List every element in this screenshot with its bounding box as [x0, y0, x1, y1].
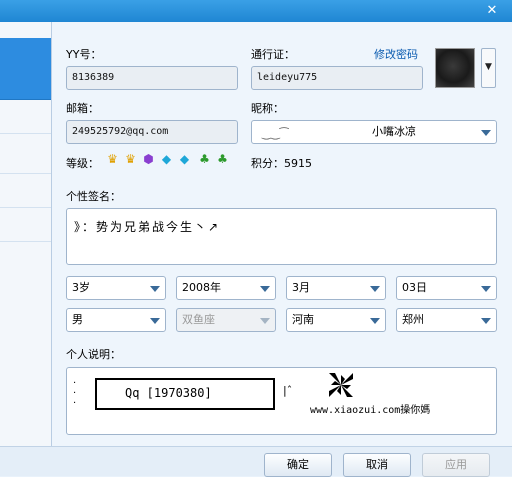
chevron-down-icon: [481, 318, 491, 324]
crown-icon: ♛: [125, 152, 136, 166]
zodiac-value: 双鱼座: [182, 313, 215, 326]
sidebar-item[interactable]: [0, 140, 51, 174]
sidebar-item[interactable]: [0, 100, 51, 134]
email-label: 邮箱：: [66, 102, 99, 115]
yy-label: YY号：: [66, 48, 102, 61]
age-value: 3岁: [72, 281, 90, 294]
profile-panel: YY号： 8136389 通行证： 修改密码 leideyu775 ▼ 邮箱： …: [52, 22, 512, 446]
avatar[interactable]: [435, 48, 475, 88]
avatar-dropdown-button[interactable]: ▼: [481, 48, 496, 88]
age-select[interactable]: 3岁: [66, 276, 166, 300]
signature-label: 个性签名：: [66, 190, 121, 203]
nickname-value: 小嘴冰凉: [372, 125, 416, 138]
gender-select[interactable]: 男: [66, 308, 166, 332]
birth-day-value: 03日: [402, 281, 427, 294]
description-input[interactable]: ... Qq [1970380] |ˆ www.xiaozui.com操你媽: [66, 367, 497, 435]
chevron-down-icon: [150, 318, 160, 324]
chevron-down-icon: [481, 286, 491, 292]
birth-month-select[interactable]: 3月: [286, 276, 386, 300]
gem-purple-icon: ⬢: [143, 152, 154, 166]
passport-label: 通行证：: [251, 48, 295, 61]
chevron-down-icon: [150, 286, 160, 292]
city-select[interactable]: 郑州: [396, 308, 497, 332]
chevron-down-icon: [260, 286, 270, 292]
close-button[interactable]: ✕: [478, 2, 506, 20]
yy-number-field: 8136389: [66, 66, 238, 90]
sidebar-item[interactable]: [0, 208, 51, 242]
title-bar: ✕: [0, 0, 512, 22]
crown-icon: ♛: [107, 152, 118, 166]
level-label: 等级：: [66, 157, 99, 170]
diamond-icon: ◆: [179, 152, 190, 166]
email-field: 249525792@qq.com: [66, 120, 238, 144]
points-label: 积分：5915: [251, 157, 312, 170]
gender-value: 男: [72, 313, 83, 326]
apply-button: 应用: [422, 453, 490, 477]
cancel-button[interactable]: 取消: [343, 453, 411, 477]
province-value: 河南: [292, 313, 314, 326]
nickname-label: 昵称：: [251, 102, 284, 115]
change-password-link[interactable]: 修改密码: [374, 46, 418, 62]
chevron-down-icon: [260, 318, 270, 324]
description-url: www.xiaozui.com操你媽: [310, 405, 431, 416]
chevron-down-icon: ▼: [485, 62, 492, 72]
description-dots: ...: [73, 375, 77, 406]
diamond-icon: ◆: [161, 152, 172, 166]
chevron-down-icon: [481, 130, 491, 136]
clover-icon: ♣: [217, 152, 228, 166]
description-label: 个人说明：: [66, 348, 121, 361]
clover-icon: ♣: [199, 152, 210, 166]
birth-year-value: 2008年: [182, 281, 221, 294]
chevron-down-icon: [370, 286, 380, 292]
description-frame: Qq [1970380]: [95, 378, 275, 410]
birth-year-select[interactable]: 2008年: [176, 276, 276, 300]
zodiac-select: 双鱼座: [176, 308, 276, 332]
sidebar-item[interactable]: [0, 174, 51, 208]
nickname-select[interactable]: ‿‿⁀ 小嘴冰凉: [251, 120, 497, 144]
signature-text: 》：势为兄弟战今生丶↗: [74, 220, 221, 234]
description-extra: |ˆ: [283, 384, 293, 397]
dialog-footer: 确定 取消 应用: [0, 446, 512, 477]
ok-button[interactable]: 确定: [264, 453, 332, 477]
chevron-down-icon: [370, 318, 380, 324]
signature-input[interactable]: 》：势为兄弟战今生丶↗: [66, 208, 497, 265]
sidebar-item-selected[interactable]: [0, 38, 51, 100]
birth-month-value: 3月: [292, 281, 310, 294]
province-select[interactable]: 河南: [286, 308, 386, 332]
description-box-text: Qq [1970380]: [125, 386, 212, 400]
pinwheel-icon: [329, 373, 353, 397]
city-value: 郑州: [402, 313, 424, 326]
nickname-decoration: ‿‿⁀: [262, 127, 289, 140]
sidebar: [0, 22, 52, 446]
birth-day-select[interactable]: 03日: [396, 276, 497, 300]
passport-field: leideyu775: [251, 66, 423, 90]
